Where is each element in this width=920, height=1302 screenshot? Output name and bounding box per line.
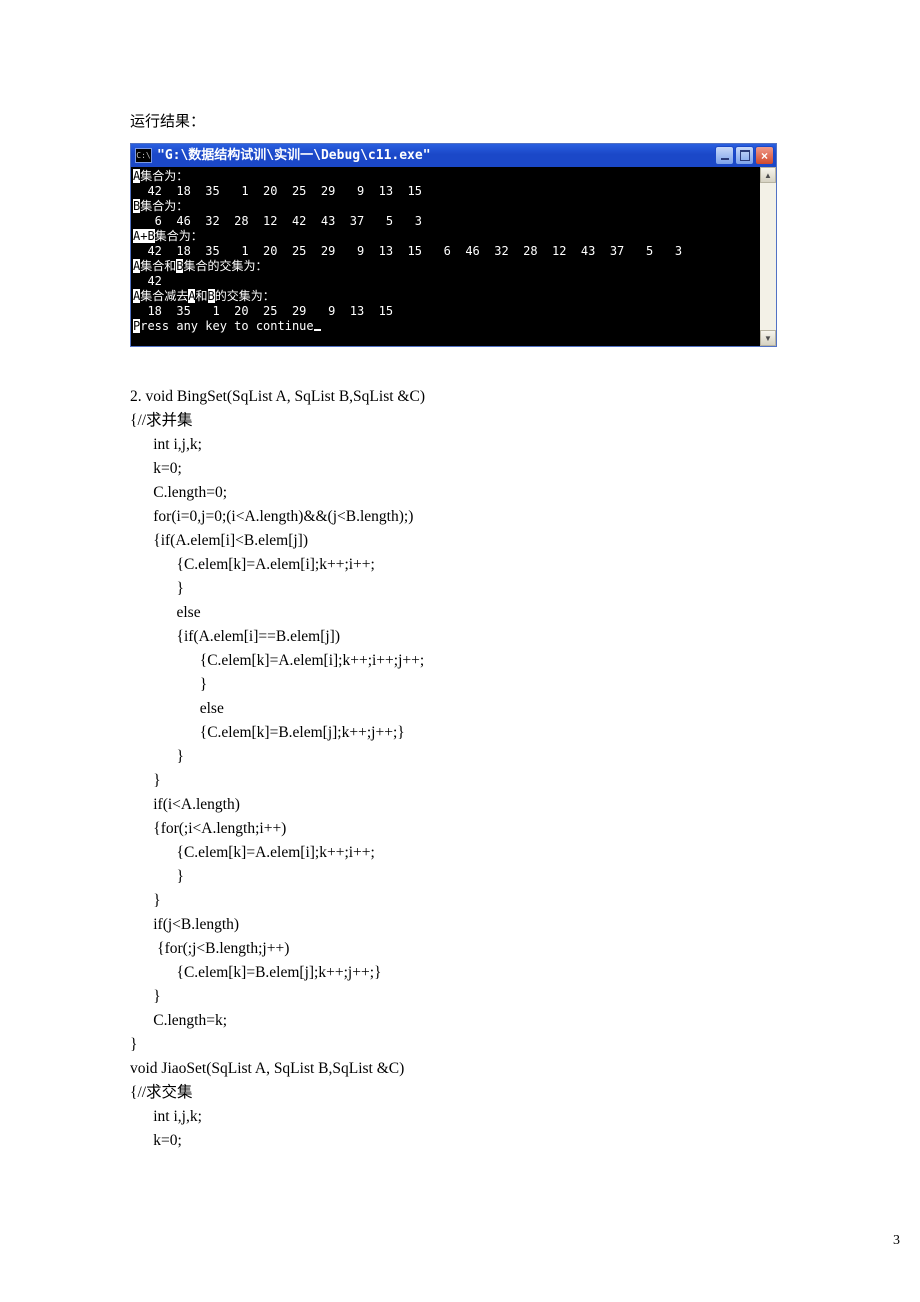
maximize-icon [740,150,750,161]
minimize-icon [721,158,729,160]
window-title: "G:\数据结构试训\实训一\Debug\c11.exe" [157,149,715,162]
close-icon: × [761,150,768,162]
scroll-track[interactable] [760,183,776,330]
cmd-icon-label: C:\ [136,152,150,160]
console-window: C:\ "G:\数据结构试训\实训一\Debug\c11.exe" × A集合为… [130,143,777,347]
maximize-button[interactable] [735,146,754,165]
result-caption: 运行结果： [130,110,790,131]
page-number: 3 [0,1193,920,1249]
console-output: A集合为： 42 18 35 1 20 25 29 9 13 15 B集合为： … [131,167,760,346]
scroll-up-button[interactable]: ▲ [760,167,776,183]
cmd-icon: C:\ [135,148,152,163]
minimize-button[interactable] [715,146,734,165]
titlebar: C:\ "G:\数据结构试训\实训一\Debug\c11.exe" × [131,144,776,167]
scrollbar[interactable]: ▲ ▼ [760,167,776,346]
titlebar-buttons: × [715,146,776,165]
close-button[interactable]: × [755,146,774,165]
code-block: 2. void BingSet(SqList A, SqList B,SqLis… [130,385,790,1153]
cursor-icon [314,329,321,331]
scroll-down-button[interactable]: ▼ [760,330,776,346]
